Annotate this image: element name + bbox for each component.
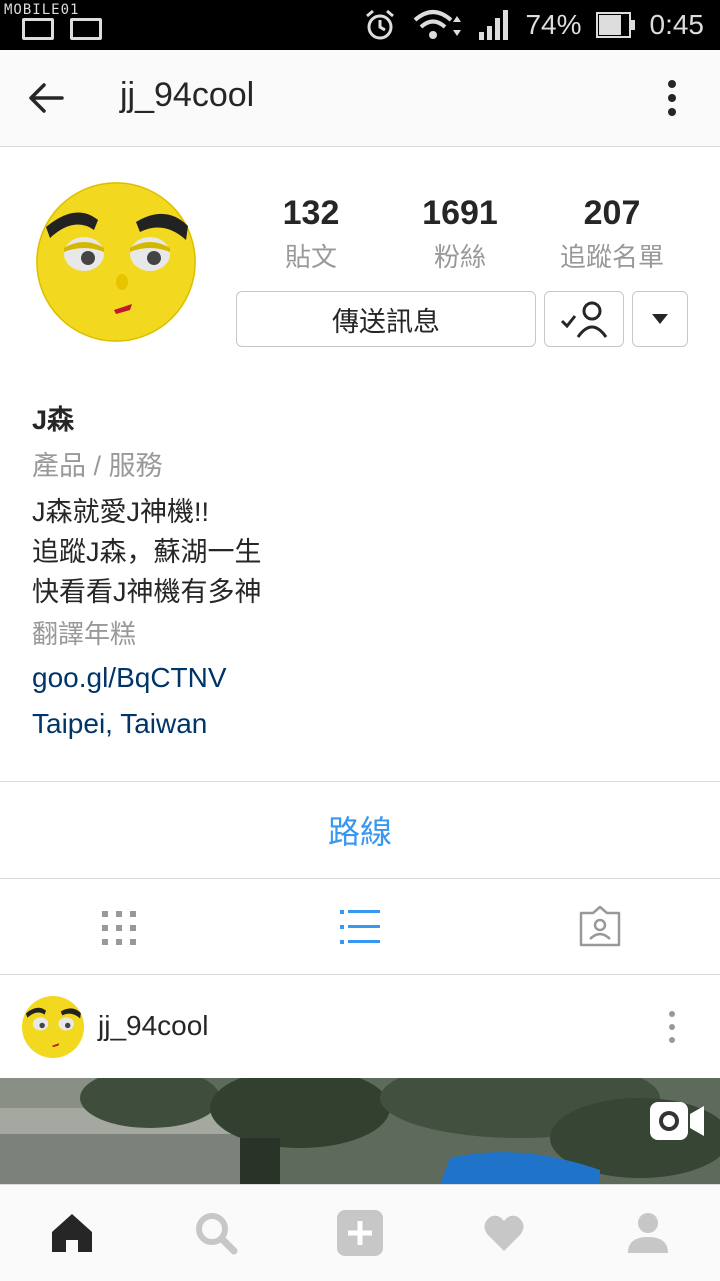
nav-add[interactable]	[332, 1205, 388, 1261]
divider	[0, 974, 720, 975]
add-icon	[337, 1210, 383, 1256]
heart-icon	[484, 1215, 524, 1251]
stat-following[interactable]: 207 追蹤名單	[547, 194, 677, 274]
bio-line: J森就愛J神機!!	[32, 497, 210, 527]
app-header: jj_94cool	[0, 50, 720, 147]
search-icon	[196, 1213, 238, 1255]
bio-line: 快看看J神機有多神	[32, 577, 262, 607]
post-username[interactable]: jj_94cool	[98, 1010, 209, 1042]
see-translation-link[interactable]: 翻譯年糕	[32, 614, 136, 651]
clock: 0:45	[649, 9, 705, 40]
followers-label: 粉絲	[433, 243, 486, 273]
following-check-icon	[560, 301, 608, 338]
profile-icon	[628, 1213, 668, 1253]
nav-activity[interactable]	[476, 1205, 532, 1261]
home-icon	[52, 1214, 92, 1252]
grid-icon[interactable]	[100, 909, 138, 947]
send-message-button[interactable]: 傳送訊息	[236, 291, 536, 347]
status-bar: MOBILE01 74% 0:45	[0, 0, 720, 50]
location-link[interactable]: Taipei, Taiwan	[32, 708, 207, 740]
battery-icon	[595, 12, 635, 38]
posts-label: 貼文	[284, 243, 337, 273]
list-icon[interactable]	[338, 907, 382, 947]
nav-home[interactable]	[44, 1205, 100, 1261]
post-options-icon[interactable]	[664, 1010, 680, 1044]
video-thumbnail	[0, 1078, 720, 1184]
watermark: MOBILE01	[4, 2, 80, 18]
alarm-icon	[366, 9, 395, 40]
notification-icon	[22, 18, 54, 40]
signal-icon	[479, 10, 509, 40]
profile-name: J森	[32, 405, 75, 435]
bottom-nav	[0, 1184, 720, 1281]
followers-count: 1691	[422, 194, 498, 232]
following-label: 追蹤名單	[559, 243, 664, 273]
stat-followers[interactable]: 1691 粉絲	[395, 194, 525, 274]
video-icon	[650, 1102, 704, 1140]
stat-posts[interactable]: 132 貼文	[246, 194, 376, 274]
view-tabs	[0, 879, 720, 974]
battery-percent: 74%	[525, 9, 582, 40]
more-vertical-icon[interactable]	[660, 78, 684, 118]
avatar[interactable]	[36, 182, 196, 342]
tagged-icon[interactable]	[578, 905, 622, 949]
wifi-icon	[414, 10, 462, 39]
website-link[interactable]: goo.gl/BqCTNV	[32, 662, 227, 694]
nav-search[interactable]	[188, 1205, 244, 1261]
profile-username-title: jj_94cool	[120, 76, 255, 114]
profile-category: 產品 / 服務	[32, 451, 163, 481]
post-video[interactable]	[0, 1078, 720, 1184]
post-avatar[interactable]	[22, 996, 84, 1058]
dropdown-icon	[652, 314, 668, 324]
notification-icon	[70, 18, 102, 40]
directions-button[interactable]: 路線	[0, 782, 720, 878]
following-count: 207	[583, 194, 641, 232]
following-button[interactable]	[544, 291, 624, 347]
suggested-dropdown-button[interactable]	[632, 291, 688, 347]
posts-count: 132	[282, 194, 340, 232]
bio-line: 追蹤J森，蘇湖一生	[32, 537, 262, 567]
nav-profile[interactable]	[620, 1205, 676, 1261]
back-arrow-icon[interactable]	[26, 78, 66, 118]
status-right: 74% 0:45	[363, 8, 704, 42]
